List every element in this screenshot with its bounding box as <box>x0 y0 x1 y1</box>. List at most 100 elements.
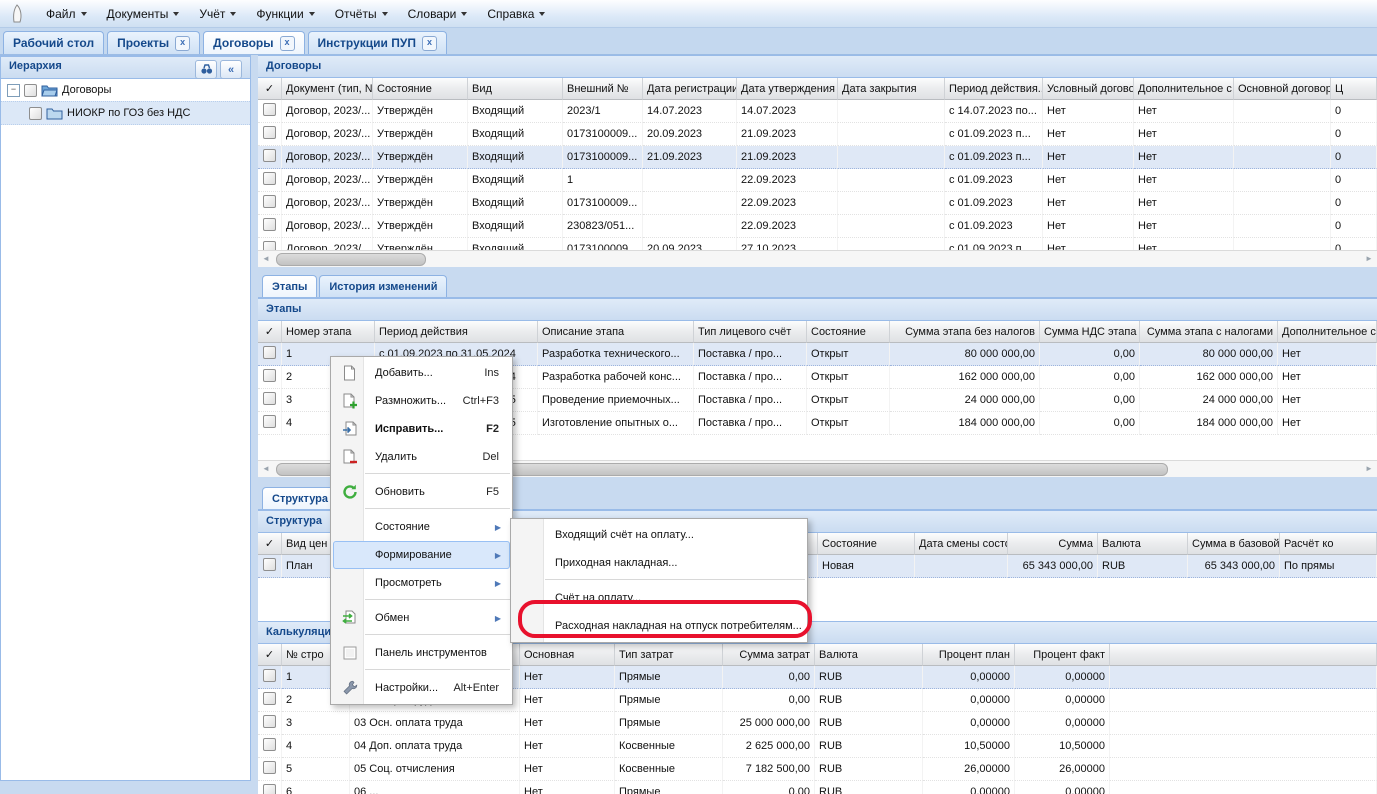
column-header[interactable]: Сумма затрат <box>723 644 815 666</box>
close-tab-icon[interactable]: x <box>422 36 437 51</box>
tree-node-niokr[interactable]: НИОКР по ГОЗ без НДС <box>1 101 250 125</box>
row-checkbox[interactable] <box>263 126 276 139</box>
column-header[interactable]: Дата закрытия <box>838 78 945 100</box>
row-checkbox[interactable] <box>263 172 276 185</box>
column-header[interactable]: Процент факт <box>1015 644 1110 666</box>
column-header[interactable]: Основная <box>520 644 615 666</box>
column-header[interactable]: Сумма этапа с налогами <box>1140 321 1278 343</box>
row-checkbox[interactable] <box>263 369 276 382</box>
menu-item-duplicate[interactable]: Размножить...Ctrl+F3 <box>333 387 510 415</box>
menu-item-refresh[interactable]: ОбновитьF5 <box>333 478 510 506</box>
close-tab-icon[interactable]: x <box>280 36 295 51</box>
column-header[interactable]: Дополнительное с <box>1278 321 1377 343</box>
menu-item-toolbar-toggle[interactable]: Панель инструментов <box>333 639 510 667</box>
row-checkbox[interactable] <box>263 103 276 116</box>
column-header[interactable]: Сумма этапа без налогов <box>890 321 1040 343</box>
row-checkbox[interactable] <box>263 784 276 794</box>
column-header[interactable]: Документ (тип, № <box>282 78 373 100</box>
table-row[interactable]: Договор, 2023/...УтверждёнВходящий122.09… <box>258 169 1377 192</box>
column-header[interactable]: Период действия <box>375 321 538 343</box>
tab-change-history[interactable]: История изменений <box>319 275 447 297</box>
document-tab-3[interactable]: Инструкции ПУПx <box>308 31 447 54</box>
column-header[interactable]: Дополнительное с <box>1134 78 1234 100</box>
menu-item-incoming-waybill[interactable]: Приходная накладная... <box>513 549 805 577</box>
menubar-item-2[interactable]: Учёт <box>189 3 246 25</box>
column-header[interactable]: Валюта <box>1098 533 1188 555</box>
menu-item-outgoing-waybill[interactable]: Расходная накладная на отпуск потребител… <box>513 612 805 640</box>
column-header[interactable]: Сумма в базовой в <box>1188 533 1280 555</box>
column-header[interactable]: Внешний № <box>563 78 643 100</box>
column-header[interactable] <box>1110 644 1377 666</box>
table-row[interactable]: Договор, 2023/...УтверждёнВходящий017310… <box>258 123 1377 146</box>
tree-node-checkbox[interactable] <box>24 84 37 97</box>
document-tab-2[interactable]: Договорыx <box>203 31 304 54</box>
table-row[interactable]: 606 ...НетПрямые0,00RUB0,000000,00000 <box>258 781 1377 794</box>
table-row[interactable]: Договор, 2023/...УтверждёнВходящий017310… <box>258 238 1377 250</box>
column-header[interactable]: Условный договор <box>1043 78 1134 100</box>
table-row[interactable]: Договор, 2023/...УтверждёнВходящий230823… <box>258 215 1377 238</box>
row-checkbox[interactable] <box>263 715 276 728</box>
menu-item-view[interactable]: Просмотреть▶ <box>333 569 510 597</box>
tab-stages[interactable]: Этапы <box>262 275 317 297</box>
column-header[interactable]: Состояние <box>807 321 890 343</box>
menu-item-generate[interactable]: Формирование▶ <box>333 541 510 569</box>
column-header[interactable]: Состояние <box>373 78 468 100</box>
row-checkbox[interactable] <box>263 692 276 705</box>
column-header[interactable]: Номер этапа <box>282 321 375 343</box>
tree-node-checkbox[interactable] <box>29 107 42 120</box>
scrollbar-thumb[interactable] <box>276 253 426 266</box>
menubar-item-6[interactable]: Справка <box>477 3 555 25</box>
menubar-item-4[interactable]: Отчёты <box>325 3 398 25</box>
table-row[interactable]: 303 Осн. оплата трудаНетПрямые25 000 000… <box>258 712 1377 735</box>
column-header[interactable]: Период действия.. <box>945 78 1043 100</box>
column-header[interactable]: Сумма <box>1008 533 1098 555</box>
close-tab-icon[interactable]: x <box>175 36 190 51</box>
panel-splitter[interactable] <box>251 55 258 781</box>
menu-item-delete[interactable]: УдалитьDel <box>333 443 510 471</box>
table-row[interactable]: 505 Соц. отчисленияНетКосвенные7 182 500… <box>258 758 1377 781</box>
table-row[interactable]: Договор, 2023/...УтверждёнВходящий2023/1… <box>258 100 1377 123</box>
menu-item-settings[interactable]: Настройки...Alt+Enter <box>333 674 510 702</box>
scroll-right-icon[interactable]: ► <box>1361 461 1377 476</box>
column-header[interactable]: ✓ <box>258 644 282 666</box>
menu-item-state[interactable]: Состояние▶ <box>333 513 510 541</box>
column-header[interactable]: Вид <box>468 78 563 100</box>
menubar-item-3[interactable]: Функции <box>246 3 324 25</box>
menu-item-exchange[interactable]: Обмен▶ <box>333 604 510 632</box>
column-header[interactable]: Сумма НДС этапа <box>1040 321 1140 343</box>
column-header[interactable]: Основной договор <box>1234 78 1331 100</box>
table-row[interactable]: Договор, 2023/...УтверждёнВходящий017310… <box>258 192 1377 215</box>
scroll-left-icon[interactable]: ◄ <box>258 461 274 476</box>
row-checkbox[interactable] <box>263 218 276 231</box>
row-checkbox[interactable] <box>263 738 276 751</box>
menu-item-edit[interactable]: Исправить...F2 <box>333 415 510 443</box>
collapse-node-icon[interactable]: − <box>7 84 20 97</box>
row-checkbox[interactable] <box>263 669 276 682</box>
row-checkbox[interactable] <box>263 195 276 208</box>
column-header[interactable]: Тип затрат <box>615 644 723 666</box>
menu-item-add[interactable]: Добавить...Ins <box>333 359 510 387</box>
row-checkbox[interactable] <box>263 558 276 571</box>
row-checkbox[interactable] <box>263 415 276 428</box>
column-header[interactable]: ✓ <box>258 533 282 555</box>
menubar-item-5[interactable]: Словари <box>398 3 478 25</box>
column-header[interactable]: Расчёт ко <box>1280 533 1377 555</box>
row-checkbox[interactable] <box>263 241 276 250</box>
contracts-hscrollbar[interactable]: ◄ ► <box>258 250 1377 267</box>
tree-node-dogovory[interactable]: − Договоры <box>1 79 250 101</box>
document-tab-0[interactable]: Рабочий стол <box>3 31 104 54</box>
menu-item-invoice[interactable]: Счёт на оплату... <box>513 584 805 612</box>
scroll-left-icon[interactable]: ◄ <box>258 251 274 266</box>
column-header[interactable]: Процент план <box>923 644 1015 666</box>
menu-item-incoming-invoice[interactable]: Входящий счёт на оплату... <box>513 521 805 549</box>
column-header[interactable]: Состояние <box>818 533 915 555</box>
column-header[interactable]: ✓ <box>258 78 282 100</box>
column-header[interactable]: Дата утверждения <box>737 78 838 100</box>
column-header[interactable]: ✓ <box>258 321 282 343</box>
column-header[interactable]: Тип лицевого счёт <box>694 321 807 343</box>
search-icon[interactable] <box>195 60 217 79</box>
column-header[interactable]: Дата смены состоя <box>915 533 1008 555</box>
tab-structure[interactable]: Структура <box>262 487 338 509</box>
menubar-item-1[interactable]: Документы <box>97 3 190 25</box>
menubar-item-0[interactable]: Файл <box>36 3 97 25</box>
